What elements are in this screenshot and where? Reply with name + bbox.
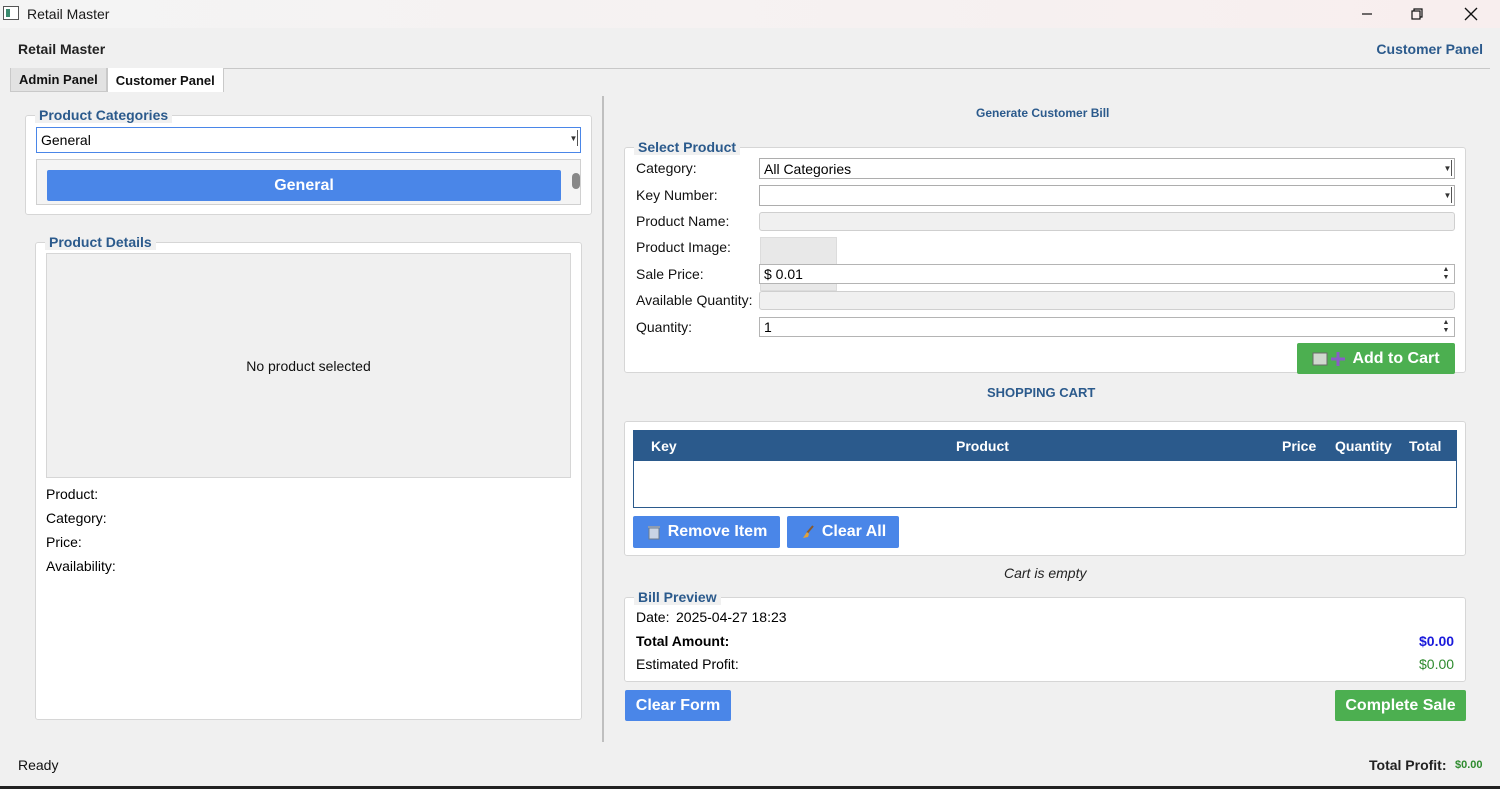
detail-price-label: Price:	[46, 534, 82, 550]
key-number-label: Key Number:	[636, 187, 718, 203]
key-number-select[interactable]: ▼	[759, 185, 1455, 206]
product-name-label: Product Name:	[636, 213, 730, 229]
product-categories-legend: Product Categories	[35, 107, 173, 123]
no-product-text: No product selected	[246, 357, 371, 374]
chevron-down-icon: ▼	[570, 130, 578, 146]
available-quantity-field	[759, 291, 1455, 310]
quantity-spinbox[interactable]: 1 ▲ ▼	[759, 317, 1455, 337]
generate-bill-title: Generate Customer Bill	[976, 106, 1110, 120]
broom-icon	[802, 525, 814, 538]
add-to-cart-label: Add to Cart	[1352, 349, 1440, 367]
cart-status-text: Cart is empty	[1004, 565, 1087, 581]
tab-customer-panel[interactable]: Customer Panel	[106, 68, 224, 92]
restore-icon	[1411, 8, 1423, 20]
chevron-down-icon: ▼	[1444, 187, 1452, 203]
bill-date-value: 2025-04-27 18:23	[676, 609, 787, 625]
clear-all-label: Clear All	[821, 523, 887, 540]
category-select[interactable]: General ▼	[36, 127, 581, 153]
spin-arrows-icon[interactable]: ▲ ▼	[1440, 319, 1452, 337]
trash-icon	[647, 526, 660, 540]
detail-availability-label: Availability:	[46, 558, 116, 574]
select-product-legend: Select Product	[634, 139, 741, 155]
column-header-price[interactable]: Price	[1282, 438, 1316, 454]
complete-sale-button[interactable]: Complete Sale	[1335, 690, 1466, 721]
product-image-preview: No product selected	[46, 253, 571, 478]
close-button[interactable]	[1448, 0, 1494, 28]
available-quantity-label: Available Quantity:	[636, 292, 753, 308]
app-heading: Retail Master	[18, 41, 106, 57]
minimize-button[interactable]	[1344, 0, 1390, 28]
maximize-button[interactable]	[1394, 0, 1440, 28]
spin-arrows-icon[interactable]: ▲ ▼	[1440, 266, 1452, 284]
product-image-label: Product Image:	[636, 239, 731, 255]
add-to-cart-button[interactable]: Add to Cart	[1297, 343, 1455, 374]
total-amount-value: $0.00	[1419, 633, 1455, 649]
cart-table[interactable]: Key Product Price Quantity Total	[633, 430, 1457, 508]
column-header-product[interactable]: Product	[956, 438, 1009, 454]
select-product-group: Select Product	[624, 139, 1466, 373]
remove-item-button[interactable]: Remove Item	[633, 516, 780, 548]
column-header-key[interactable]: Key	[651, 438, 677, 454]
total-profit-value: $0.00	[1455, 759, 1483, 771]
column-header-quantity[interactable]: Quantity	[1335, 438, 1392, 454]
remove-item-label: Remove Item	[667, 523, 768, 540]
estimated-profit-value: $0.00	[1419, 656, 1455, 672]
clear-form-button[interactable]: Clear Form	[625, 690, 731, 721]
bill-category-select[interactable]: All Categories ▼	[759, 158, 1455, 179]
product-details-legend: Product Details	[45, 234, 156, 250]
clear-all-button[interactable]: Clear All	[787, 516, 899, 548]
chevron-down-icon: ▼	[1444, 160, 1452, 176]
category-label: Category:	[636, 160, 697, 176]
close-icon	[1464, 7, 1478, 21]
cart-add-icon	[1312, 351, 1346, 366]
detail-product-label: Product:	[46, 486, 99, 502]
column-header-total[interactable]: Total	[1409, 438, 1441, 454]
shopping-cart-title: SHOPPING CART	[987, 385, 1096, 400]
bill-preview-legend: Bill Preview	[634, 589, 721, 605]
window-titlebar: Retail Master	[0, 0, 1500, 28]
tab-admin-panel[interactable]: Admin Panel	[10, 68, 107, 92]
quantity-value: 1	[764, 319, 772, 335]
current-panel-label: Customer Panel	[1376, 41, 1483, 57]
category-button-general[interactable]: General	[47, 170, 561, 201]
category-select-value: General	[41, 132, 91, 148]
estimated-profit-label: Estimated Profit:	[636, 656, 739, 672]
detail-category-label: Category:	[46, 510, 107, 526]
minimize-icon	[1362, 13, 1372, 15]
panel-splitter[interactable]	[602, 96, 604, 742]
category-list-scrollbar[interactable]	[572, 173, 580, 189]
header-divider	[10, 68, 1490, 69]
tab-bar: Admin Panel Customer Panel	[10, 68, 224, 92]
cart-table-header: Key Product Price Quantity Total	[634, 431, 1456, 461]
quantity-label: Quantity:	[636, 319, 693, 335]
sale-price-spinbox[interactable]: $ 0.01 ▲ ▼	[759, 264, 1455, 284]
product-name-field	[759, 212, 1455, 231]
status-text: Ready	[18, 757, 59, 773]
total-profit-label: Total Profit:	[1369, 757, 1447, 773]
app-icon	[3, 6, 19, 20]
total-amount-label: Total Amount:	[636, 633, 730, 649]
sale-price-label: Sale Price:	[636, 266, 704, 282]
bill-date-label: Date:	[636, 609, 670, 625]
bill-category-value: All Categories	[764, 160, 852, 177]
window-title: Retail Master	[27, 6, 110, 22]
sale-price-value: $ 0.01	[764, 266, 803, 282]
